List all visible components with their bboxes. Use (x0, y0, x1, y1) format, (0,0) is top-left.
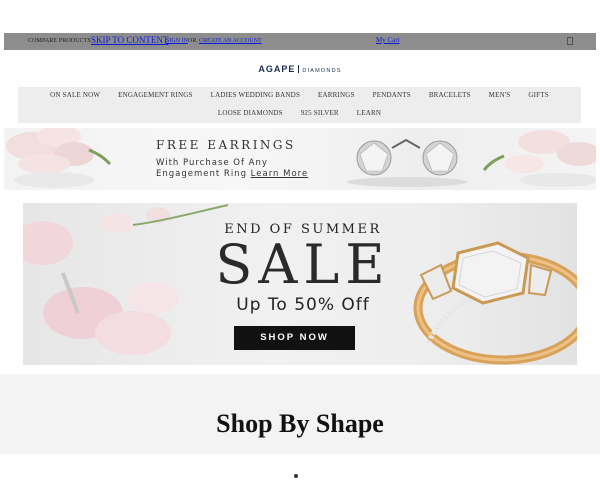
nav-item-engagement-rings[interactable]: ENGAGEMENT RINGS (118, 91, 192, 99)
create-account-link[interactable]: CREATE AN ACCOUNT (199, 38, 262, 44)
flower-image-right (482, 130, 596, 187)
shop-now-button[interactable]: SHOP NOW (234, 326, 355, 350)
utility-bar: COMPARE PRODUCTS · SKIP TO CONTENT SIGN … (4, 33, 596, 50)
flower-image (23, 204, 229, 355)
nav-item-earrings[interactable]: EARRINGS (318, 91, 355, 99)
promo-line-2-text: Engagement Ring (156, 169, 247, 179)
shape-icon-partial (294, 474, 298, 478)
nav-row-primary: ON SALE NOW ENGAGEMENT RINGS LADIES WEDD… (18, 91, 581, 99)
flower-image-left (6, 128, 112, 188)
logo-divider (298, 65, 300, 73)
or-label: OR (188, 38, 197, 44)
logo-suffix: DIAMONDS (302, 68, 342, 74)
nav-item-bracelets[interactable]: BRACELETS (429, 91, 471, 99)
skip-to-content-link[interactable]: SKIP TO CONTENT (91, 35, 168, 45)
nav-item-mens[interactable]: MEN'S (489, 91, 511, 99)
sign-in-link[interactable]: SIGN IN (166, 38, 188, 44)
nav-row-secondary: LOOSE DIAMONDS 925 SILVER LEARN (18, 109, 581, 117)
free-earrings-banner[interactable]: FREE EARRINGS With Purchase Of Any Engag… (4, 128, 596, 190)
promo-line-2: Engagement Ring Learn More (156, 169, 308, 179)
nav-item-pendants[interactable]: PENDANTS (373, 91, 411, 99)
nav-item-gifts[interactable]: GIFTS (528, 91, 548, 99)
banner-decoration (6, 128, 596, 188)
main-navigation: ON SALE NOW ENGAGEMENT RINGS LADIES WEDD… (18, 87, 581, 123)
promo-title: FREE EARRINGS (156, 138, 296, 152)
menu-icon[interactable] (567, 37, 573, 45)
promo-line-1: With Purchase Of Any (156, 158, 268, 168)
compare-products-label: COMPARE PRODUCTS · (28, 38, 95, 44)
learn-more-link[interactable]: Learn More (251, 169, 309, 179)
nav-item-on-sale-now[interactable]: ON SALE NOW (50, 91, 100, 99)
end-of-summer-sale-banner[interactable]: END OF SUMMER SALE Up To 50% Off SHOP NO… (23, 203, 577, 365)
sale-headline: SALE (215, 233, 391, 296)
nav-item-learn[interactable]: LEARN (357, 109, 381, 117)
diamond-earrings-image (347, 138, 467, 187)
logo-brand: AGAPE (258, 64, 296, 74)
nav-item-925-silver[interactable]: 925 SILVER (301, 109, 339, 117)
site-logo[interactable]: AGAPE DIAMONDS (0, 64, 600, 74)
gold-ring-image (413, 241, 577, 365)
my-cart-link[interactable]: My Cart (376, 36, 400, 44)
nav-item-loose-diamonds[interactable]: LOOSE DIAMONDS (218, 109, 283, 117)
shop-by-shape-title: Shop By Shape (216, 409, 384, 438)
sale-offer: Up To 50% Off (236, 295, 370, 315)
nav-item-ladies-wedding-bands[interactable]: LADIES WEDDING BANDS (211, 91, 300, 99)
